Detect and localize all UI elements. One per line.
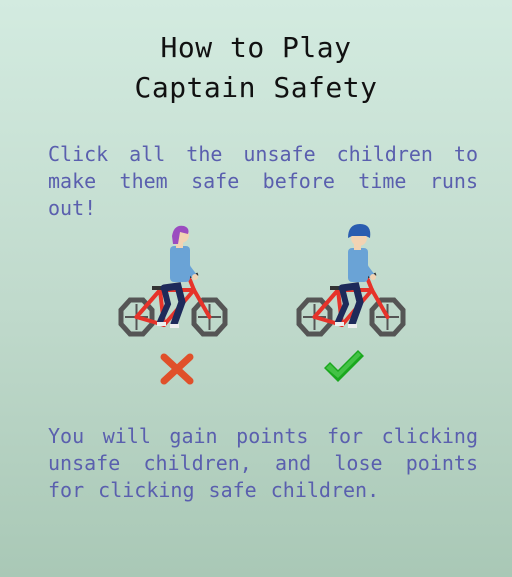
- check-mark-icon: [324, 350, 364, 382]
- x-mark-icon: [160, 353, 194, 385]
- instructions-text: Click all the unsafe children to make th…: [48, 142, 478, 220]
- helmet: [348, 224, 371, 238]
- page-title: How to Play Captain Safety: [0, 28, 512, 108]
- scoring-text: You will gain points for clicking unsafe…: [48, 424, 478, 502]
- title-line-1: How to Play: [160, 31, 352, 64]
- safe-child-on-bike-illustration: [296, 224, 406, 337]
- title-line-2: Captain Safety: [134, 71, 378, 104]
- unsafe-child-on-bike-illustration: [118, 225, 228, 337]
